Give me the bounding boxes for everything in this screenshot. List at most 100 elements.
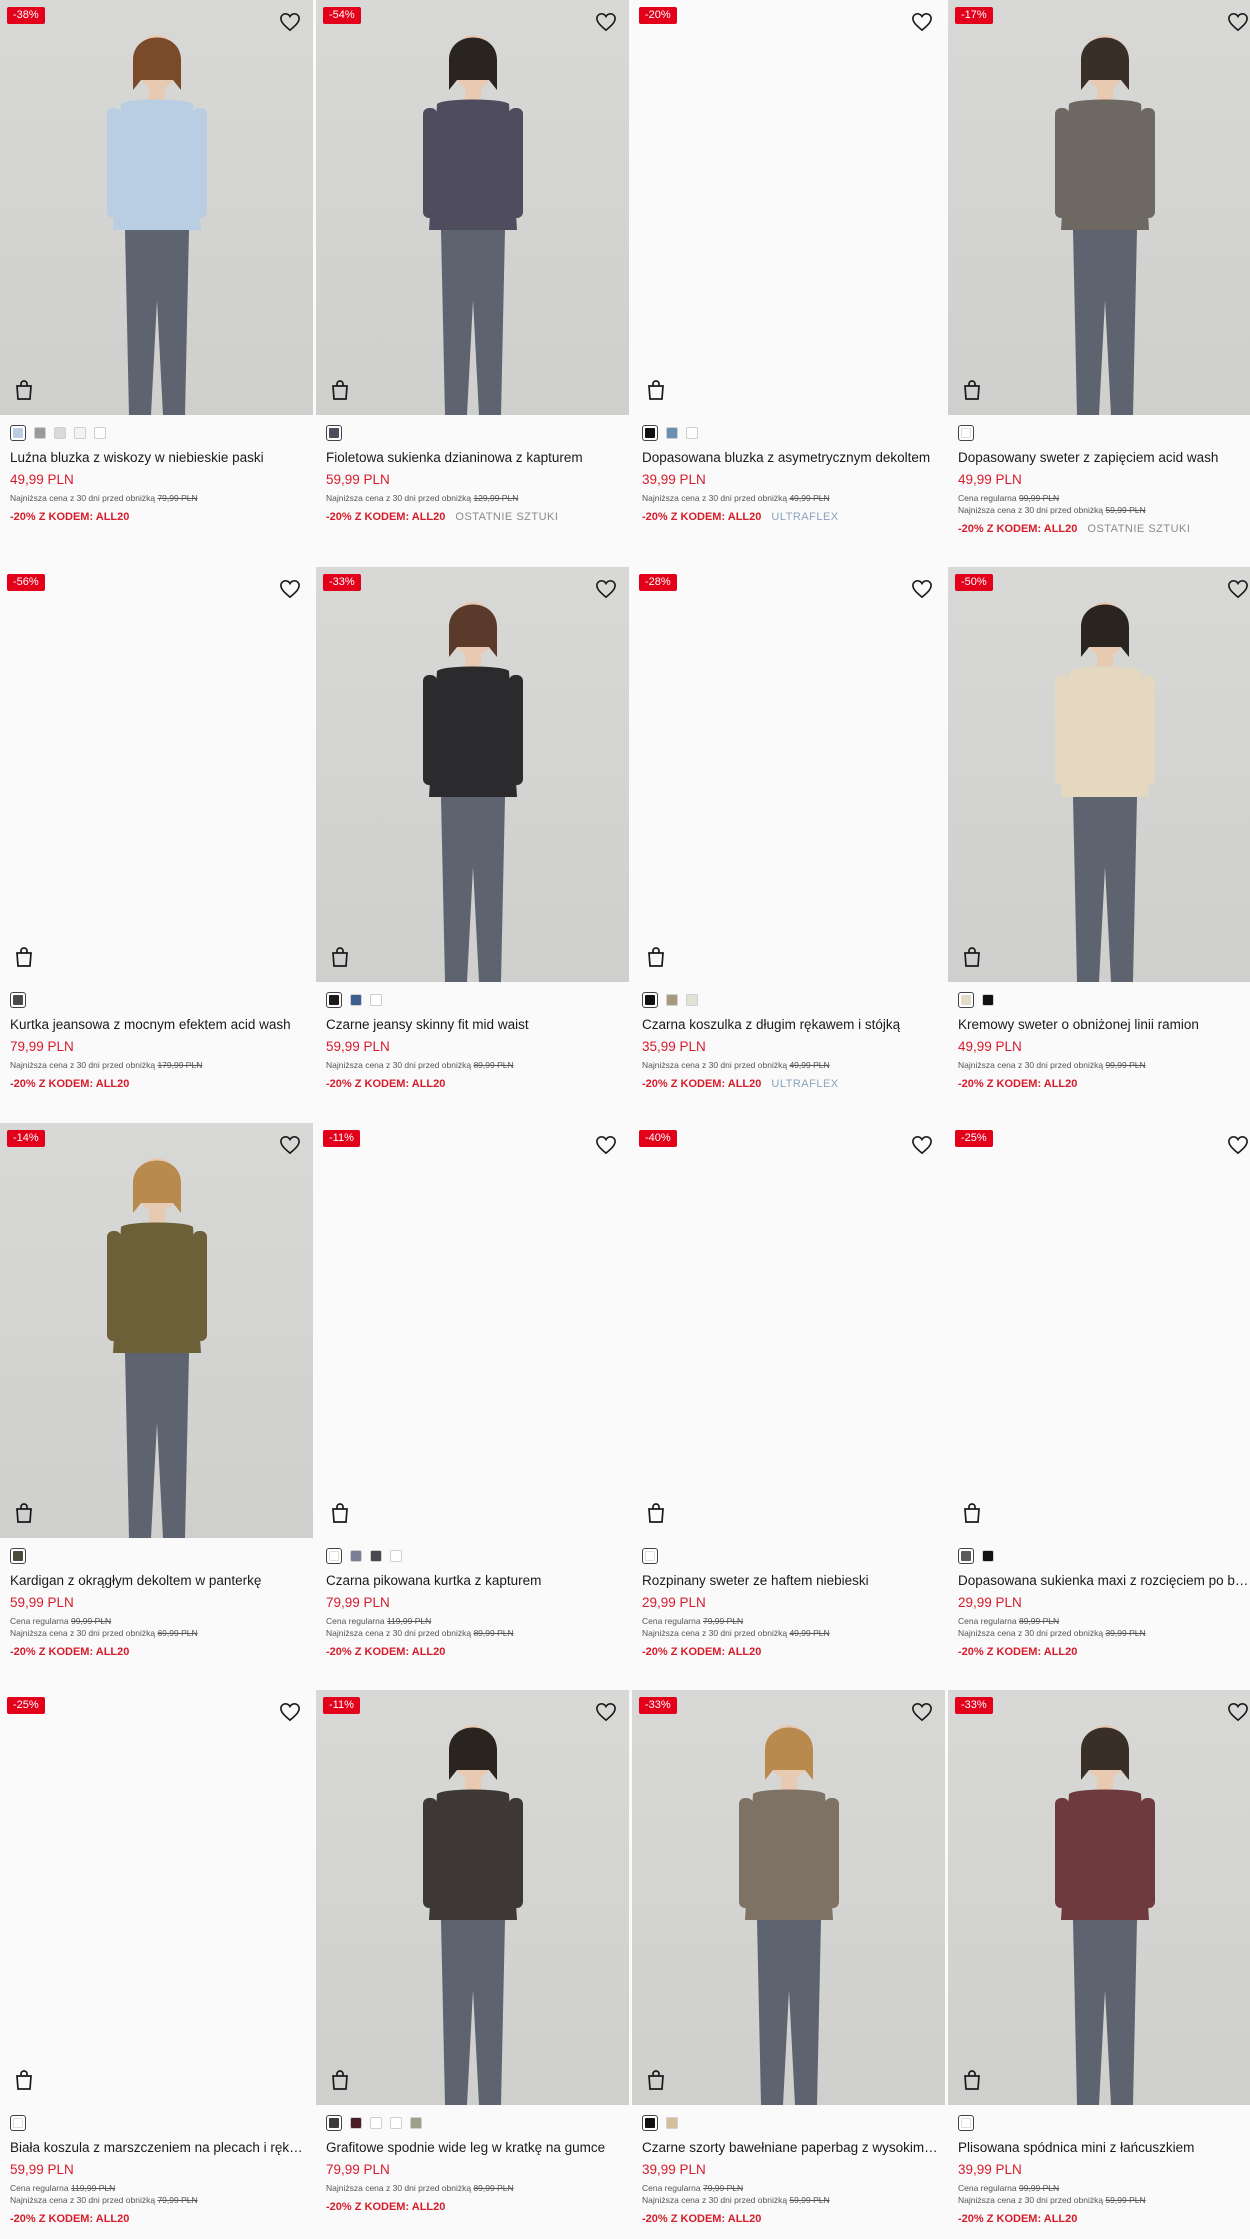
color-swatch[interactable] <box>410 2117 422 2129</box>
color-swatch[interactable] <box>10 425 26 441</box>
color-swatch[interactable] <box>958 425 974 441</box>
product-image[interactable]: -11% <box>316 1123 629 1538</box>
product-name[interactable]: Kurtka jeansowa z mocnym efektem acid wa… <box>10 1016 306 1034</box>
product-image[interactable]: -33% <box>948 1690 1250 2105</box>
color-swatch[interactable] <box>958 992 974 1008</box>
heart-icon[interactable] <box>595 579 617 599</box>
color-swatch[interactable] <box>326 425 342 441</box>
product-image[interactable]: -11% <box>316 1690 629 2105</box>
color-swatch[interactable] <box>74 427 86 439</box>
shopping-bag-icon[interactable] <box>330 379 350 401</box>
color-swatch[interactable] <box>10 992 26 1008</box>
color-swatch[interactable] <box>350 1550 362 1562</box>
shopping-bag-icon[interactable] <box>330 946 350 968</box>
product-name[interactable]: Czarne jeansy skinny fit mid waist <box>326 1016 622 1034</box>
color-swatch[interactable] <box>686 427 698 439</box>
product-name[interactable]: Czarna koszulka z długim rękawem i stójk… <box>642 1016 938 1034</box>
shopping-bag-icon[interactable] <box>14 1502 34 1524</box>
color-swatch[interactable] <box>10 2115 26 2131</box>
color-swatch[interactable] <box>370 994 382 1006</box>
shopping-bag-icon[interactable] <box>962 2069 982 2091</box>
heart-icon[interactable] <box>1227 579 1249 599</box>
color-swatch[interactable] <box>666 2117 678 2129</box>
product-name[interactable]: Czarne szorty bawełniane paperbag z wyso… <box>642 2139 938 2157</box>
product-image[interactable]: -40% <box>632 1123 945 1538</box>
color-swatch[interactable] <box>350 2117 362 2129</box>
heart-icon[interactable] <box>279 579 301 599</box>
heart-icon[interactable] <box>279 1702 301 1722</box>
product-name[interactable]: Dopasowany sweter z zapięciem acid wash <box>958 449 1250 467</box>
product-name[interactable]: Czarna pikowana kurtka z kapturem <box>326 1572 622 1590</box>
color-swatch[interactable] <box>10 1548 26 1564</box>
heart-icon[interactable] <box>1227 1702 1249 1722</box>
product-image[interactable]: -33% <box>632 1690 945 2105</box>
product-image[interactable]: -33% <box>316 567 629 982</box>
heart-icon[interactable] <box>911 579 933 599</box>
shopping-bag-icon[interactable] <box>646 2069 666 2091</box>
color-swatch[interactable] <box>370 2117 382 2129</box>
product-name[interactable]: Dopasowana bluzka z asymetrycznym dekolt… <box>642 449 938 467</box>
color-swatch[interactable] <box>686 994 698 1006</box>
heart-icon[interactable] <box>595 12 617 32</box>
product-name[interactable]: Fioletowa sukienka dzianinowa z kapturem <box>326 449 622 467</box>
product-name[interactable]: Luźna bluzka z wiskozy w niebieskie pask… <box>10 449 306 467</box>
color-swatch[interactable] <box>326 992 342 1008</box>
heart-icon[interactable] <box>595 1702 617 1722</box>
color-swatch[interactable] <box>982 1550 994 1562</box>
heart-icon[interactable] <box>911 1135 933 1155</box>
product-image[interactable]: -38% <box>0 0 313 415</box>
color-swatch[interactable] <box>54 427 66 439</box>
heart-icon[interactable] <box>595 1135 617 1155</box>
color-swatch[interactable] <box>666 994 678 1006</box>
color-swatch[interactable] <box>390 2117 402 2129</box>
color-swatch[interactable] <box>642 1548 658 1564</box>
heart-icon[interactable] <box>911 1702 933 1722</box>
color-swatch[interactable] <box>642 992 658 1008</box>
heart-icon[interactable] <box>1227 1135 1249 1155</box>
heart-icon[interactable] <box>1227 12 1249 32</box>
shopping-bag-icon[interactable] <box>14 379 34 401</box>
product-name[interactable]: Dopasowana sukienka maxi z rozcięciem po… <box>958 1572 1250 1590</box>
heart-icon[interactable] <box>911 12 933 32</box>
color-swatch[interactable] <box>370 1550 382 1562</box>
color-swatch[interactable] <box>958 2115 974 2131</box>
shopping-bag-icon[interactable] <box>962 379 982 401</box>
color-swatch[interactable] <box>94 427 106 439</box>
product-image[interactable]: -25% <box>948 1123 1250 1538</box>
shopping-bag-icon[interactable] <box>962 1502 982 1524</box>
color-swatch[interactable] <box>982 994 994 1006</box>
color-swatch[interactable] <box>34 427 46 439</box>
shopping-bag-icon[interactable] <box>646 946 666 968</box>
product-image[interactable]: -17% <box>948 0 1250 415</box>
product-image[interactable]: -25% <box>0 1690 313 2105</box>
shopping-bag-icon[interactable] <box>14 2069 34 2091</box>
color-swatch[interactable] <box>326 2115 342 2131</box>
shopping-bag-icon[interactable] <box>646 379 666 401</box>
product-name[interactable]: Plisowana spódnica mini z łańcuszkiem <box>958 2139 1250 2157</box>
product-name[interactable]: Grafitowe spodnie wide leg w kratkę na g… <box>326 2139 622 2157</box>
product-name[interactable]: Biała koszula z marszczeniem na plecach … <box>10 2139 306 2157</box>
color-swatch[interactable] <box>390 1550 402 1562</box>
shopping-bag-icon[interactable] <box>962 946 982 968</box>
shopping-bag-icon[interactable] <box>14 946 34 968</box>
product-name[interactable]: Rozpinany sweter ze haftem niebieski <box>642 1572 938 1590</box>
color-swatch[interactable] <box>642 2115 658 2131</box>
heart-icon[interactable] <box>279 12 301 32</box>
product-name[interactable]: Kremowy sweter o obniżonej linii ramion <box>958 1016 1250 1034</box>
product-image[interactable]: -50% <box>948 567 1250 982</box>
shopping-bag-icon[interactable] <box>330 1502 350 1524</box>
color-swatch[interactable] <box>326 1548 342 1564</box>
shopping-bag-icon[interactable] <box>646 1502 666 1524</box>
shopping-bag-icon[interactable] <box>330 2069 350 2091</box>
product-image[interactable]: -54% <box>316 0 629 415</box>
product-image[interactable]: -14% <box>0 1123 313 1538</box>
heart-icon[interactable] <box>279 1135 301 1155</box>
color-swatch[interactable] <box>350 994 362 1006</box>
product-image[interactable]: -20% <box>632 0 945 415</box>
color-swatch[interactable] <box>642 425 658 441</box>
product-name[interactable]: Kardigan z okrągłym dekoltem w panterkę <box>10 1572 306 1590</box>
product-image[interactable]: -28% <box>632 567 945 982</box>
color-swatch[interactable] <box>958 1548 974 1564</box>
product-image[interactable]: -56% <box>0 567 313 982</box>
color-swatch[interactable] <box>666 427 678 439</box>
